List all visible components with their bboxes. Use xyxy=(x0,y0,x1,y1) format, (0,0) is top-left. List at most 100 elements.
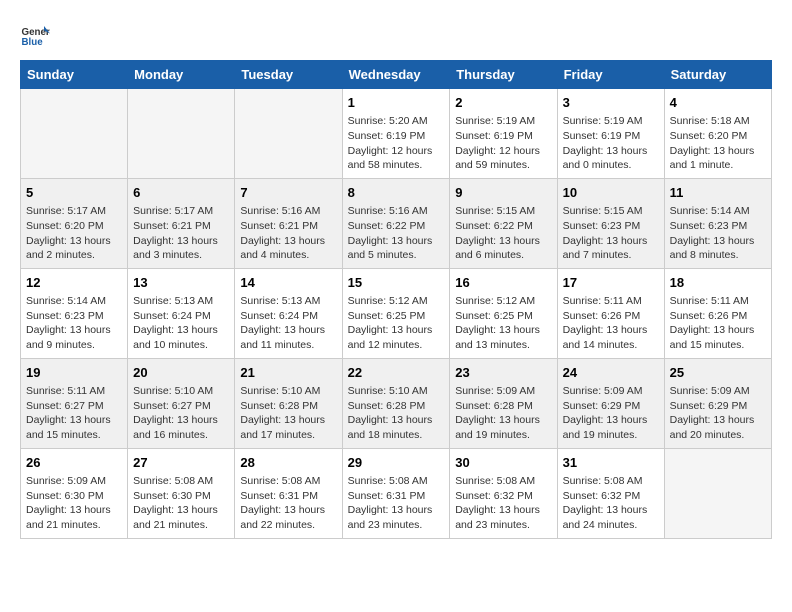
calendar-cell: 8 Sunrise: 5:16 AMSunset: 6:22 PMDaylight… xyxy=(342,178,450,268)
calendar-cell: 19 Sunrise: 5:11 AMSunset: 6:27 PMDayligh… xyxy=(21,358,128,448)
day-info: Sunrise: 5:11 AMSunset: 6:27 PMDaylight:… xyxy=(26,384,122,443)
calendar-cell: 27 Sunrise: 5:08 AMSunset: 6:30 PMDayligh… xyxy=(128,448,235,538)
day-info: Sunrise: 5:12 AMSunset: 6:25 PMDaylight:… xyxy=(455,294,551,353)
day-number: 23 xyxy=(455,364,551,382)
weekday-header-row: SundayMondayTuesdayWednesdayThursdayFrid… xyxy=(21,61,772,89)
weekday-header-saturday: Saturday xyxy=(664,61,771,89)
day-info: Sunrise: 5:16 AMSunset: 6:22 PMDaylight:… xyxy=(348,204,445,263)
calendar-cell: 2 Sunrise: 5:19 AMSunset: 6:19 PMDaylight… xyxy=(450,89,557,179)
weekday-header-monday: Monday xyxy=(128,61,235,89)
calendar-cell: 15 Sunrise: 5:12 AMSunset: 6:25 PMDayligh… xyxy=(342,268,450,358)
calendar-cell: 26 Sunrise: 5:09 AMSunset: 6:30 PMDayligh… xyxy=(21,448,128,538)
calendar-cell: 25 Sunrise: 5:09 AMSunset: 6:29 PMDayligh… xyxy=(664,358,771,448)
calendar-cell: 21 Sunrise: 5:10 AMSunset: 6:28 PMDayligh… xyxy=(235,358,342,448)
calendar-cell: 10 Sunrise: 5:15 AMSunset: 6:23 PMDayligh… xyxy=(557,178,664,268)
day-number: 30 xyxy=(455,454,551,472)
calendar-cell xyxy=(128,89,235,179)
day-number: 5 xyxy=(26,184,122,202)
day-number: 9 xyxy=(455,184,551,202)
day-info: Sunrise: 5:10 AMSunset: 6:28 PMDaylight:… xyxy=(240,384,336,443)
calendar-cell: 4 Sunrise: 5:18 AMSunset: 6:20 PMDaylight… xyxy=(664,89,771,179)
day-info: Sunrise: 5:15 AMSunset: 6:23 PMDaylight:… xyxy=(563,204,659,263)
calendar-cell: 18 Sunrise: 5:11 AMSunset: 6:26 PMDayligh… xyxy=(664,268,771,358)
day-number: 21 xyxy=(240,364,336,382)
day-number: 10 xyxy=(563,184,659,202)
calendar-cell: 29 Sunrise: 5:08 AMSunset: 6:31 PMDayligh… xyxy=(342,448,450,538)
day-number: 15 xyxy=(348,274,445,292)
calendar-cell: 30 Sunrise: 5:08 AMSunset: 6:32 PMDayligh… xyxy=(450,448,557,538)
day-number: 29 xyxy=(348,454,445,472)
day-info: Sunrise: 5:13 AMSunset: 6:24 PMDaylight:… xyxy=(240,294,336,353)
calendar-week-row: 12 Sunrise: 5:14 AMSunset: 6:23 PMDayligh… xyxy=(21,268,772,358)
day-info: Sunrise: 5:19 AMSunset: 6:19 PMDaylight:… xyxy=(455,114,551,173)
calendar-cell xyxy=(21,89,128,179)
day-info: Sunrise: 5:09 AMSunset: 6:28 PMDaylight:… xyxy=(455,384,551,443)
day-number: 11 xyxy=(670,184,766,202)
svg-text:Blue: Blue xyxy=(22,37,44,48)
day-info: Sunrise: 5:10 AMSunset: 6:28 PMDaylight:… xyxy=(348,384,445,443)
day-number: 28 xyxy=(240,454,336,472)
day-info: Sunrise: 5:19 AMSunset: 6:19 PMDaylight:… xyxy=(563,114,659,173)
calendar-cell: 3 Sunrise: 5:19 AMSunset: 6:19 PMDaylight… xyxy=(557,89,664,179)
weekday-header-sunday: Sunday xyxy=(21,61,128,89)
day-info: Sunrise: 5:11 AMSunset: 6:26 PMDaylight:… xyxy=(563,294,659,353)
day-info: Sunrise: 5:08 AMSunset: 6:32 PMDaylight:… xyxy=(563,474,659,533)
day-number: 7 xyxy=(240,184,336,202)
calendar-cell: 23 Sunrise: 5:09 AMSunset: 6:28 PMDayligh… xyxy=(450,358,557,448)
day-info: Sunrise: 5:08 AMSunset: 6:31 PMDaylight:… xyxy=(348,474,445,533)
calendar-cell: 16 Sunrise: 5:12 AMSunset: 6:25 PMDayligh… xyxy=(450,268,557,358)
day-number: 25 xyxy=(670,364,766,382)
day-info: Sunrise: 5:09 AMSunset: 6:29 PMDaylight:… xyxy=(670,384,766,443)
weekday-header-wednesday: Wednesday xyxy=(342,61,450,89)
day-info: Sunrise: 5:15 AMSunset: 6:22 PMDaylight:… xyxy=(455,204,551,263)
day-number: 17 xyxy=(563,274,659,292)
calendar-week-row: 5 Sunrise: 5:17 AMSunset: 6:20 PMDaylight… xyxy=(21,178,772,268)
day-number: 19 xyxy=(26,364,122,382)
day-info: Sunrise: 5:14 AMSunset: 6:23 PMDaylight:… xyxy=(26,294,122,353)
day-number: 1 xyxy=(348,94,445,112)
day-number: 2 xyxy=(455,94,551,112)
calendar-cell: 28Sunrise: 5:08 AMSunset: 6:31 PMDayligh… xyxy=(235,448,342,538)
day-info: Sunrise: 5:08 AMSunset: 6:32 PMDaylight:… xyxy=(455,474,551,533)
calendar-cell: 11Sunrise: 5:14 AMSunset: 6:23 PMDayligh… xyxy=(664,178,771,268)
day-info: Sunrise: 5:12 AMSunset: 6:25 PMDaylight:… xyxy=(348,294,445,353)
day-info: Sunrise: 5:11 AMSunset: 6:26 PMDaylight:… xyxy=(670,294,766,353)
calendar-cell: 13Sunrise: 5:13 AMSunset: 6:24 PMDayligh… xyxy=(128,268,235,358)
day-number: 3 xyxy=(563,94,659,112)
day-number: 13 xyxy=(133,274,229,292)
logo-icon: General Blue xyxy=(20,20,50,50)
day-info: Sunrise: 5:09 AMSunset: 6:29 PMDaylight:… xyxy=(563,384,659,443)
calendar-cell xyxy=(664,448,771,538)
weekday-header-thursday: Thursday xyxy=(450,61,557,89)
calendar-cell: 17 Sunrise: 5:11 AMSunset: 6:26 PMDayligh… xyxy=(557,268,664,358)
calendar-table: SundayMondayTuesdayWednesdayThursdayFrid… xyxy=(20,60,772,539)
day-info: Sunrise: 5:16 AMSunset: 6:21 PMDaylight:… xyxy=(240,204,336,263)
calendar-week-row: 19 Sunrise: 5:11 AMSunset: 6:27 PMDayligh… xyxy=(21,358,772,448)
calendar-cell: 12 Sunrise: 5:14 AMSunset: 6:23 PMDayligh… xyxy=(21,268,128,358)
day-info: Sunrise: 5:10 AMSunset: 6:27 PMDaylight:… xyxy=(133,384,229,443)
day-number: 14 xyxy=(240,274,336,292)
calendar-cell: 7 Sunrise: 5:16 AMSunset: 6:21 PMDaylight… xyxy=(235,178,342,268)
calendar-cell: 5 Sunrise: 5:17 AMSunset: 6:20 PMDaylight… xyxy=(21,178,128,268)
page-header: General Blue xyxy=(20,20,772,50)
calendar-cell: 31Sunrise: 5:08 AMSunset: 6:32 PMDayligh… xyxy=(557,448,664,538)
day-number: 22 xyxy=(348,364,445,382)
day-info: Sunrise: 5:17 AMSunset: 6:20 PMDaylight:… xyxy=(26,204,122,263)
day-number: 8 xyxy=(348,184,445,202)
calendar-week-row: 26 Sunrise: 5:09 AMSunset: 6:30 PMDayligh… xyxy=(21,448,772,538)
calendar-cell: 24 Sunrise: 5:09 AMSunset: 6:29 PMDayligh… xyxy=(557,358,664,448)
day-number: 20 xyxy=(133,364,229,382)
day-info: Sunrise: 5:08 AMSunset: 6:30 PMDaylight:… xyxy=(133,474,229,533)
day-info: Sunrise: 5:18 AMSunset: 6:20 PMDaylight:… xyxy=(670,114,766,173)
day-number: 26 xyxy=(26,454,122,472)
day-info: Sunrise: 5:20 AMSunset: 6:19 PMDaylight:… xyxy=(348,114,445,173)
day-info: Sunrise: 5:09 AMSunset: 6:30 PMDaylight:… xyxy=(26,474,122,533)
day-number: 18 xyxy=(670,274,766,292)
day-number: 16 xyxy=(455,274,551,292)
calendar-week-row: 1 Sunrise: 5:20 AMSunset: 6:19 PMDaylight… xyxy=(21,89,772,179)
day-number: 27 xyxy=(133,454,229,472)
day-number: 24 xyxy=(563,364,659,382)
weekday-header-friday: Friday xyxy=(557,61,664,89)
day-number: 12 xyxy=(26,274,122,292)
day-number: 4 xyxy=(670,94,766,112)
